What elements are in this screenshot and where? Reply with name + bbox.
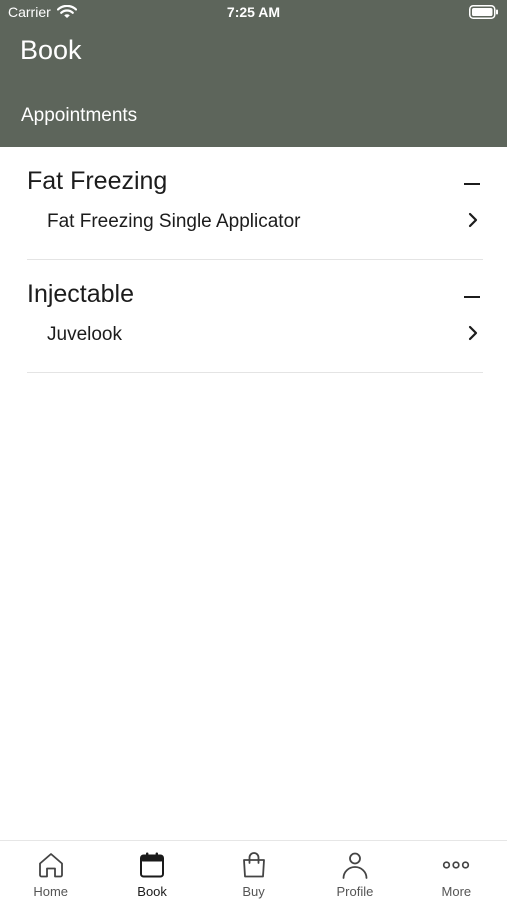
chevron-right-icon (468, 212, 478, 228)
shopping-bag-icon (242, 852, 265, 878)
section-header-injectable[interactable]: Injectable (27, 260, 483, 322)
tab-label: Buy (242, 884, 265, 899)
tab-book[interactable]: Book (101, 841, 202, 900)
person-icon (342, 852, 368, 879)
status-battery (469, 5, 499, 22)
tab-home[interactable]: Home (0, 841, 101, 900)
home-icon (38, 853, 63, 878)
tab-label: Home (33, 884, 69, 899)
section-header-fat-freezing[interactable]: Fat Freezing (27, 147, 483, 209)
tab-buy[interactable]: Buy (203, 841, 304, 900)
section-fat-freezing: Fat Freezing Fat Freezing Single Applica… (27, 147, 483, 260)
tab-profile[interactable]: Profile (304, 841, 405, 900)
page-subtitle: Appointments (21, 105, 138, 126)
status-time: 7:25 AM (226, 4, 281, 20)
calendar-icon (140, 852, 165, 878)
list-item-juvelook[interactable]: Juvelook (27, 322, 483, 373)
tab-label: More (441, 884, 472, 899)
list-item-label: Fat Freezing Single Applicator (47, 211, 301, 232)
page-title: Book (20, 35, 82, 65)
battery-icon (469, 5, 498, 19)
header: Carrier 7:25 AM Book Appointments (0, 0, 507, 147)
more-dots-icon (443, 861, 470, 869)
tab-label: Profile (336, 884, 374, 899)
book-screen: Carrier 7:25 AM Book Appointments Fat Fr… (0, 0, 507, 900)
section-injectable: Injectable Juvelook (27, 260, 483, 373)
tab-label: Book (137, 884, 167, 899)
tab-bar: Home Book Buy Profile More (0, 840, 507, 900)
status-bar: Carrier 7:25 AM (0, 0, 507, 26)
section-title: Fat Freezing (27, 167, 168, 195)
tab-more[interactable]: More (406, 841, 507, 900)
section-title: Injectable (27, 280, 135, 308)
list-item-label: Juvelook (47, 324, 122, 345)
collapse-icon[interactable] (464, 296, 480, 298)
appointment-list: Fat Freezing Fat Freezing Single Applica… (0, 147, 507, 840)
chevron-right-icon (468, 325, 478, 341)
list-item-fat-freezing-single-applicator[interactable]: Fat Freezing Single Applicator (27, 209, 483, 260)
collapse-icon[interactable] (464, 183, 480, 185)
